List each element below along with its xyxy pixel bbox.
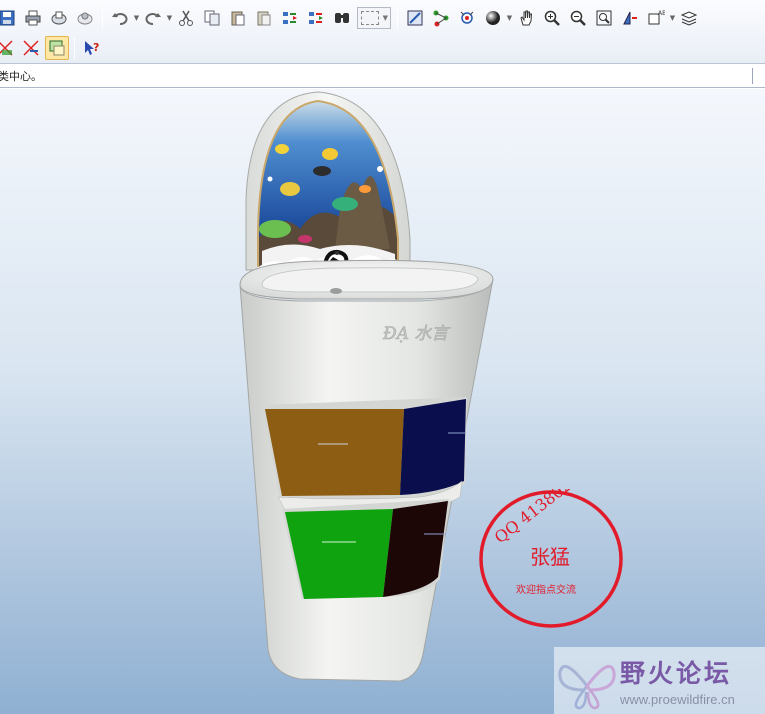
toolbar-row-2: ? <box>0 34 105 62</box>
regenerate-manager-icon[interactable] <box>304 6 328 30</box>
select-box-icon[interactable]: ▼ <box>357 7 391 29</box>
butterfly-logo-icon <box>558 664 616 709</box>
undo-icon[interactable] <box>108 6 132 30</box>
message-text: 类中心。 <box>0 69 42 83</box>
watermark-title: 野火论坛 <box>620 659 733 688</box>
red-seal-stamp: QQ 413802742 张猛 欢迎指点交流 <box>479 489 623 628</box>
redo-dropdown-icon[interactable]: ▼ <box>166 6 173 30</box>
drawer-bottom-right <box>383 501 448 597</box>
layers-icon[interactable] <box>677 6 701 30</box>
saved-views-dropdown-icon[interactable]: ▼ <box>669 6 676 30</box>
paste-icon[interactable] <box>226 6 250 30</box>
datum-planes-icon[interactable] <box>0 36 17 60</box>
brand-emboss: ĐẠ 水言 <box>382 324 451 344</box>
shading-icon[interactable] <box>481 6 505 30</box>
view-manager-icon[interactable] <box>45 36 69 60</box>
stamp-slogan: 欢迎指点交流 <box>516 583 576 596</box>
zoom-out-icon[interactable] <box>566 6 590 30</box>
drawer-bottom-left <box>285 509 393 599</box>
save-icon[interactable] <box>0 6 19 30</box>
send-link-icon[interactable] <box>73 6 97 30</box>
toolbar-separator <box>74 37 75 59</box>
zoom-in-icon[interactable] <box>540 6 564 30</box>
send-mail-icon[interactable] <box>47 6 71 30</box>
graphics-viewport[interactable]: ĐẠ 水言 QQ 413802742 张猛 欢迎指点交流 野火论坛 www.pr… <box>0 89 765 714</box>
cut-icon[interactable] <box>174 6 198 30</box>
message-bar: 类中心。 <box>0 64 765 88</box>
message-bar-divider <box>752 68 753 84</box>
svg-text:AB: AB <box>658 10 665 17</box>
copy-icon[interactable] <box>200 6 224 30</box>
redo-icon[interactable] <box>141 6 165 30</box>
datum-display-icon[interactable] <box>429 6 453 30</box>
shading-dropdown-icon[interactable]: ▼ <box>506 6 513 30</box>
regenerate-icon[interactable] <box>278 6 302 30</box>
undo-dropdown-icon[interactable]: ▼ <box>133 6 140 30</box>
sketch-view-icon[interactable] <box>403 6 427 30</box>
saved-views-icon[interactable]: AB <box>644 6 668 30</box>
toolbar-area: ▼ ▼ ▼ ▼ AB ▼ ? <box>0 0 765 64</box>
spin-center-icon[interactable] <box>455 6 479 30</box>
watermark-logo: 野火论坛 www.proewildfire.cn <box>554 647 765 714</box>
pan-hand-icon[interactable] <box>514 6 538 30</box>
stamp-name: 张猛 <box>530 545 570 569</box>
watermark-url: www.proewildfire.cn <box>620 692 735 707</box>
toolbar-row-1: ▼ ▼ ▼ ▼ AB ▼ <box>0 4 702 32</box>
toolbar-separator <box>102 7 103 29</box>
whats-this-icon[interactable]: ? <box>80 36 104 60</box>
pedestal-sink-model: ĐẠ 水言 <box>239 91 494 682</box>
reorient-icon[interactable] <box>618 6 642 30</box>
paste-special-icon[interactable] <box>252 6 276 30</box>
drawer-top-right <box>400 399 466 495</box>
print-icon[interactable] <box>21 6 45 30</box>
find-icon[interactable] <box>330 6 354 30</box>
toolbar-separator <box>397 7 398 29</box>
datum-axes-icon[interactable] <box>19 36 43 60</box>
refit-icon[interactable] <box>592 6 616 30</box>
drawer-top-left <box>265 409 404 496</box>
svg-text:?: ? <box>93 41 99 54</box>
